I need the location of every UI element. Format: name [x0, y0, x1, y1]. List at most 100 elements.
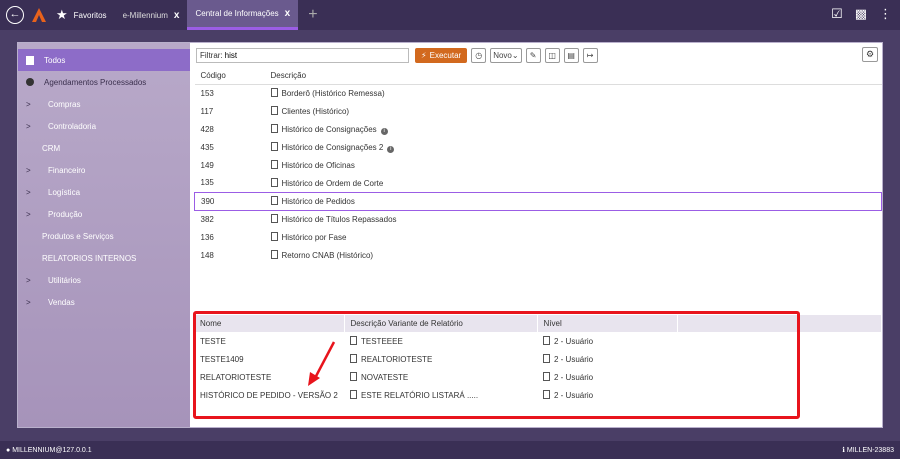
column-header-nivel[interactable]: Nível: [537, 315, 678, 332]
table-row[interactable]: 435 Histórico de Consignações 2i: [195, 138, 882, 156]
chat-icon[interactable]: ▩: [855, 6, 867, 22]
column-header-codigo[interactable]: Código: [194, 67, 265, 85]
sidebar-item-logistica[interactable]: > Logística: [18, 181, 190, 203]
row-level: 2 - Usuário: [537, 386, 677, 404]
top-right-toolbar: ☑ ▩ ⋮: [831, 6, 892, 22]
back-icon[interactable]: ←: [6, 6, 24, 24]
column-header-descricao[interactable]: Descrição: [264, 67, 882, 85]
row-description: Histórico de Consignações i: [265, 120, 882, 138]
chevron-right-icon: >: [26, 99, 31, 109]
clock-icon: ◷: [475, 50, 483, 60]
table-row[interactable]: HISTÓRICO DE PEDIDO - VERSÃO 2 ESTE RELAT…: [194, 386, 882, 404]
page-icon: [270, 214, 278, 224]
row-empty: [677, 332, 882, 350]
tab-central-de-informacoes[interactable]: Central de Informações x: [187, 0, 299, 30]
sidebar-item-producao[interactable]: > Produção: [18, 203, 190, 225]
row-description: Clientes (Histórico): [265, 102, 882, 120]
user-icon: ●: [6, 446, 11, 454]
table-row[interactable]: 382 Histórico de Títulos Repassados: [195, 210, 882, 228]
sidebar-item-vendas[interactable]: > Vendas: [18, 291, 190, 313]
page-icon: [270, 88, 278, 98]
edit-button[interactable]: ✎: [525, 47, 541, 63]
close-icon[interactable]: x: [174, 10, 180, 21]
row-code: 117: [200, 106, 214, 116]
row-code: 153: [200, 88, 214, 98]
row-description: Histórico de Oficinas: [265, 156, 882, 174]
page-icon: [270, 160, 278, 169]
table-row[interactable]: TESTE TESTEEEE 2 - Usuário: [194, 332, 882, 350]
arrow-annotation: [308, 341, 336, 386]
execute-button[interactable]: ⚡ Executar: [415, 47, 468, 63]
export-icon: ↦: [586, 50, 594, 60]
sidebar-item-controladoria[interactable]: > Controladoria: [18, 115, 190, 137]
sidebar-item-financeiro[interactable]: > Financeiro: [18, 159, 190, 181]
logo-icon: [30, 6, 48, 24]
info-icon[interactable]: i: [387, 145, 395, 153]
status-bar: ● MILLENNIUM@127.0.0.1 ℹ MILLEN-23883: [0, 441, 900, 459]
sidebar: Todos Agendamentos Processados > Compras…: [18, 43, 190, 427]
user-status: ● MILLENNIUM@127.0.0.1: [6, 446, 92, 454]
tab-favoritos[interactable]: ★ Favoritos: [48, 0, 115, 30]
sidebar-item-compras[interactable]: > Compras: [18, 93, 190, 115]
page-icon: [270, 250, 278, 259]
gear-icon[interactable]: ⚙: [862, 47, 878, 62]
table-row[interactable]: 135 Histórico de Ordem de Corte: [195, 174, 882, 192]
sidebar-item-produtos-servicos[interactable]: Produtos e Serviços: [18, 225, 190, 247]
filter-input[interactable]: [224, 50, 385, 60]
star-icon: ★: [56, 7, 68, 22]
page-icon: [543, 390, 550, 399]
row-code: 435: [200, 142, 214, 152]
row-description: Histórico de Ordem de Corte: [265, 174, 882, 192]
row-code: 382: [200, 214, 214, 224]
new-button[interactable]: Novo ⌄: [490, 47, 522, 63]
add-tab-icon[interactable]: +: [308, 6, 317, 24]
variants-table: Nome Descrição Variante de Relatório Nív…: [194, 315, 882, 404]
content-area: Filtrar: ⚡ Executar ◷ Novo⌄ ✎ ◫ ▤ ↦ ⚙ Có…: [194, 43, 882, 427]
row-empty: [677, 350, 882, 368]
column-header-descricao-variante[interactable]: Descrição Variante de Relatório: [344, 315, 538, 332]
delete-button[interactable]: ◫: [544, 47, 560, 63]
sidebar-item-relatorios-internos[interactable]: RELATORIOS INTERNOS: [18, 247, 190, 269]
page-icon: [270, 177, 278, 187]
sidebar-item-todos[interactable]: Todos: [18, 49, 190, 71]
table-row[interactable]: 149 Histórico de Oficinas: [195, 156, 882, 174]
close-icon[interactable]: x: [285, 8, 291, 19]
row-description: Retorno CNAB (Histórico): [265, 246, 882, 264]
history-button[interactable]: ◷: [471, 47, 487, 63]
main-panel: Todos Agendamentos Processados > Compras…: [17, 42, 883, 428]
row-code: 149: [200, 160, 214, 170]
row-description: Histórico de Consignações 2i: [265, 138, 882, 156]
sidebar-item-utilitarios[interactable]: > Utilitários: [18, 269, 190, 291]
table-row[interactable]: 153 Borderô (Histórico Remessa): [195, 84, 882, 102]
table-row[interactable]: 136 Histórico por Fase: [195, 228, 882, 246]
page-icon: [270, 106, 278, 115]
row-empty: [677, 386, 882, 404]
row-description: Histórico de Títulos Repassados: [265, 210, 882, 228]
sidebar-item-agendamentos[interactable]: Agendamentos Processados: [18, 71, 190, 93]
table-row[interactable]: 428 Histórico de Consignações i: [195, 120, 882, 138]
info-icon[interactable]: i: [380, 127, 388, 135]
filter-field[interactable]: Filtrar:: [196, 47, 409, 63]
row-variant-description: ESTE RELATÓRIO LISTARÁ .....: [344, 386, 537, 404]
page-icon: [543, 336, 550, 345]
export-button[interactable]: ↦: [582, 47, 598, 63]
row-code: 428: [200, 124, 214, 134]
copy-button[interactable]: ▤: [563, 47, 579, 63]
chevron-down-icon: ⌄: [511, 50, 519, 60]
more-icon[interactable]: ⋮: [879, 6, 892, 22]
chevron-right-icon: >: [26, 297, 31, 307]
page-icon: [543, 354, 550, 363]
tab-e-millennium[interactable]: e-Millennium x: [115, 0, 188, 30]
column-header-nome[interactable]: Nome: [194, 315, 345, 332]
table-row[interactable]: RELATORIOTESTE NOVATESTE 2 - Usuário: [194, 368, 882, 386]
sidebar-item-crm[interactable]: CRM: [18, 137, 190, 159]
clipboard-icon[interactable]: ☑: [831, 6, 843, 22]
reports-table: Código Descrição 153 Borderô (Histórico R…: [194, 67, 882, 264]
table-row[interactable]: 117 Clientes (Histórico): [195, 102, 882, 120]
table-row[interactable]: 148 Retorno CNAB (Histórico): [195, 246, 882, 264]
page-icon: [270, 232, 278, 241]
table-row[interactable]: 390 Histórico de Pedidos: [194, 191, 882, 211]
table-row[interactable]: TESTE1409 REALTORIOTESTE 2 - Usuário: [194, 350, 882, 368]
document-icon: [26, 55, 34, 65]
row-level: 2 - Usuário: [537, 350, 677, 368]
